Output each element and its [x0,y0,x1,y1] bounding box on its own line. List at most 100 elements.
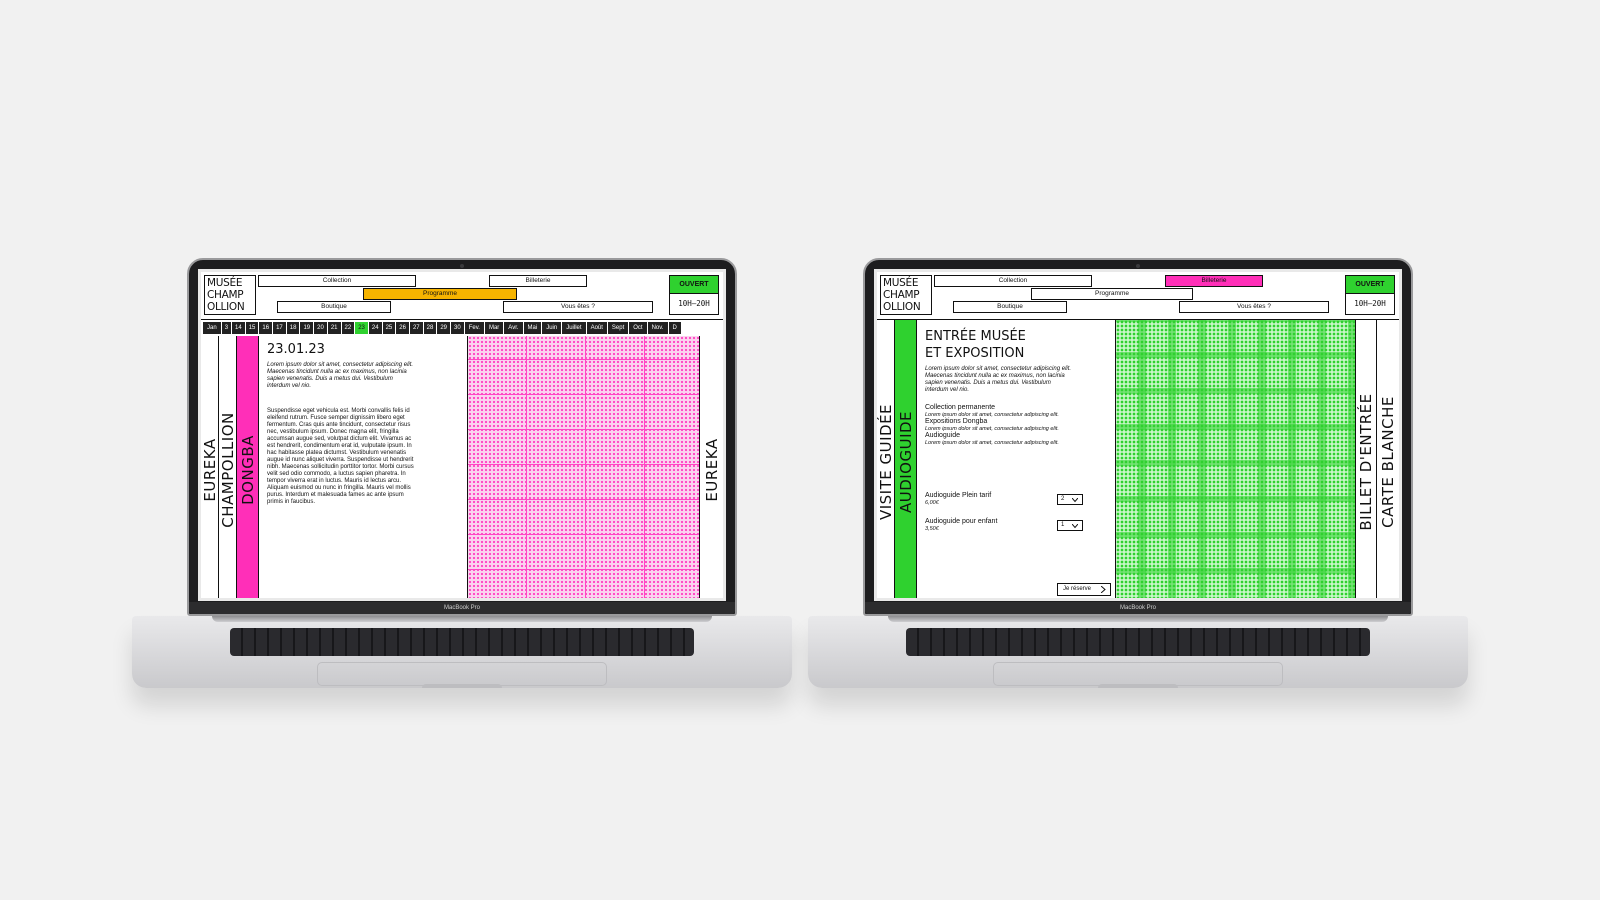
logo-line: OLLION [207,301,245,313]
date-day[interactable]: 22 [341,322,355,334]
ticket-label: Audioguide pour enfant [925,518,998,525]
reserve-label: Je réserve [1063,586,1092,592]
hinge [212,616,712,622]
date-day-selected[interactable]: 23 [355,322,368,334]
date-month[interactable]: Juillet [562,322,586,334]
opening-status: OUVERT 10H–20H [1345,275,1395,315]
quantity-value: 2 [1061,496,1065,502]
date-day[interactable]: 29 [437,322,451,334]
date-month[interactable]: Jan [203,322,221,334]
quantity-select[interactable]: 2 [1057,494,1083,505]
quantity-select[interactable]: 1 [1057,520,1083,531]
nav-programme[interactable]: Programme [363,288,517,300]
ticket-title-line: ENTRÉE MUSÉE [925,329,1026,344]
logo-line: CHAMP [883,289,920,301]
quantity-value: 1 [1061,522,1065,528]
date-month[interactable]: Mar [484,322,504,334]
date-month[interactable]: Nov. [647,322,668,334]
opening-status: OUVERT 10H–20H [669,275,719,315]
date-month[interactable]: Juin [542,322,562,334]
lid-notch [1098,684,1178,688]
date-day[interactable]: 30 [451,322,464,334]
laptop-label: MacBook Pro [189,602,735,614]
date-day[interactable]: 3 [221,322,232,334]
column-eureka-right[interactable]: EUREKA [699,336,723,598]
column-billet-entree[interactable]: BILLET D'ENTRÉE [1355,320,1377,598]
ticket-label: Audioguide Plein tarif [925,492,992,499]
ticket-price: 3,50€ [925,526,939,532]
date-month[interactable]: Mai [523,322,542,334]
laptop-lid: MUSÉE CHAMP OLLION Collection Billeterie… [187,258,737,616]
dongba-manuscript-image [467,336,699,598]
programme-paragraph: Suspendisse eget vehicula est. Morbi con… [267,408,414,505]
chevron-down-icon [1072,498,1078,503]
screen-billetterie: MUSÉE CHAMP OLLION Collection Billeterie… [874,269,1402,601]
column-label: BILLET D'ENTRÉE [1357,393,1375,531]
nav-vous-etes[interactable]: Vous êtes ? [503,301,653,313]
camera [1136,264,1140,268]
date-day[interactable]: 14 [232,322,245,334]
date-month[interactable]: Août [586,322,607,334]
ticket-item-label: Collection permanente [925,404,996,411]
museum-logo[interactable]: MUSÉE CHAMP OLLION [880,275,932,315]
column-champollion[interactable]: CHAMPOLLION [219,336,237,598]
ticket-title: ENTRÉE MUSÉE ET EXPOSITION [925,328,1026,362]
manuscript-image-green [1115,320,1355,598]
date-day[interactable]: 19 [300,322,314,334]
date-day[interactable]: 28 [423,322,437,334]
ticket-intro: Lorem ipsum dolor sit amet, consectetur … [925,366,1072,393]
nav-collection[interactable]: Collection [934,275,1092,287]
nav-billetterie[interactable]: Billeterie [1165,275,1263,287]
nav-programme[interactable]: Programme [1031,288,1193,300]
chevron-down-icon [1072,524,1078,529]
keyboard [230,628,694,656]
date-month[interactable]: Fev. [464,322,484,334]
date-day[interactable]: 25 [382,322,396,334]
screen-programme: MUSÉE CHAMP OLLION Collection Billeterie… [198,269,726,601]
programme-date: 23.01.23 [267,342,325,357]
date-month[interactable]: Oct [629,322,647,334]
date-day[interactable]: 17 [273,322,286,334]
ticket-item-label: Audioguide [925,432,961,439]
date-month[interactable]: Sept [607,322,629,334]
date-month[interactable]: Avr. [504,322,523,334]
date-day[interactable]: 15 [245,322,259,334]
date-day[interactable]: 27 [409,322,423,334]
date-day[interactable]: 26 [396,322,409,334]
ticket-price: 6,00€ [925,500,939,506]
trackpad [993,662,1283,686]
logo-line: MUSÉE [883,277,919,289]
date-day[interactable]: 21 [327,322,341,334]
column-visite-guidee[interactable]: VISITE GUIDÉE [877,320,895,598]
open-badge: OUVERT [1346,276,1394,294]
date-day[interactable]: 18 [286,322,300,334]
date-bar: Jan 3 14 15 16 17 18 19 20 21 22 23 24 2… [203,322,723,334]
column-eureka[interactable]: EUREKA [201,336,219,598]
trackpad [317,662,607,686]
column-label: CARTE BLANCHE [1379,396,1397,528]
nav-collection[interactable]: Collection [258,275,416,287]
hinge [888,616,1388,622]
column-label: CHAMPOLLION [219,412,237,528]
column-carte-blanche[interactable]: CARTE BLANCHE [1377,320,1399,598]
reserve-button[interactable]: Je réserve [1057,583,1111,596]
nav-vous-etes[interactable]: Vous êtes ? [1179,301,1329,313]
column-label: EUREKA [201,438,219,502]
ticket-row: Audioguide Plein tarif 6,00€ [925,492,991,506]
laptop-base [808,616,1468,688]
logo-line: CHAMP [207,289,244,301]
nav-billetterie[interactable]: Billeterie [489,275,587,287]
column-audioguide-active[interactable]: AUDIOGUIDE [895,320,917,598]
nav-boutique[interactable]: Boutique [953,301,1067,313]
ticket-items: Collection permanente Lorem ipsum dolor … [925,404,1075,446]
museum-logo[interactable]: MUSÉE CHAMP OLLION [204,275,256,315]
date-day[interactable]: 20 [314,322,327,334]
date-month[interactable]: D [668,322,681,334]
column-label: DONGBA [238,435,257,505]
column-dongba-active[interactable]: DONGBA [237,336,259,598]
column-label: AUDIOGUIDE [896,410,915,514]
date-day[interactable]: 16 [259,322,273,334]
date-day[interactable]: 24 [368,322,382,334]
ticket-item-desc: Lorem ipsum dolor sit amet, consectetur … [925,440,1059,446]
nav-boutique[interactable]: Boutique [277,301,391,313]
